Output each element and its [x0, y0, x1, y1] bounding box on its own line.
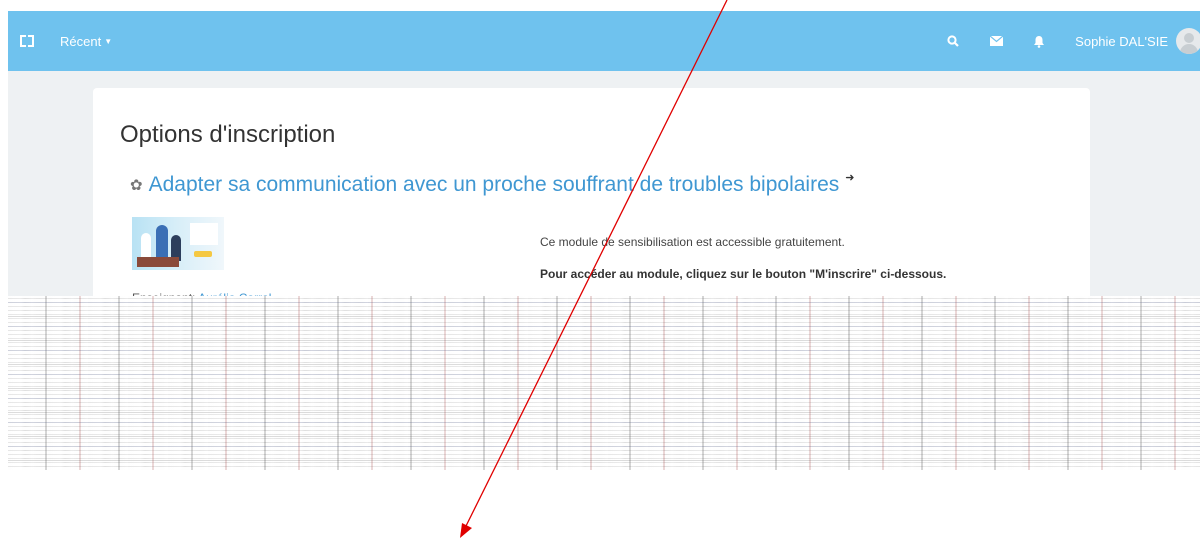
navbar-left: Récent ▼	[20, 11, 112, 71]
page-title: Options d'inscription	[120, 121, 336, 148]
course-thumbnail	[132, 217, 224, 270]
app-screen: Récent ▼ Sophie DAL'SIE Options d'inscri…	[8, 11, 1200, 470]
search-icon[interactable]	[946, 34, 960, 48]
top-navbar: Récent ▼ Sophie DAL'SIE	[8, 11, 1200, 71]
navbar-right: Sophie DAL'SIE	[946, 11, 1200, 71]
bell-icon[interactable]	[1032, 34, 1046, 48]
expand-icon[interactable]	[20, 35, 34, 47]
envelope-icon[interactable]	[989, 34, 1003, 48]
course-icon: ✿	[130, 177, 143, 194]
course-description: Ce module de sensibilisation est accessi…	[540, 235, 845, 249]
arrow-head	[460, 523, 472, 538]
recent-menu-label: Récent	[60, 33, 102, 49]
corrupted-region	[8, 296, 1200, 470]
course-title-link[interactable]: ✿ Adapter sa communication avec un proch…	[130, 171, 855, 197]
recent-menu[interactable]: Récent ▼	[60, 34, 112, 49]
sign-in-icon: ➜	[845, 171, 855, 184]
user-menu-name[interactable]: Sophie DAL'SIE	[1075, 34, 1168, 49]
enrol-instruction: Pour accéder au module, cliquez sur le b…	[540, 267, 947, 281]
avatar[interactable]	[1176, 28, 1200, 54]
caret-down-icon: ▼	[104, 36, 113, 46]
course-title-text: Adapter sa communication avec un proche …	[148, 173, 840, 196]
